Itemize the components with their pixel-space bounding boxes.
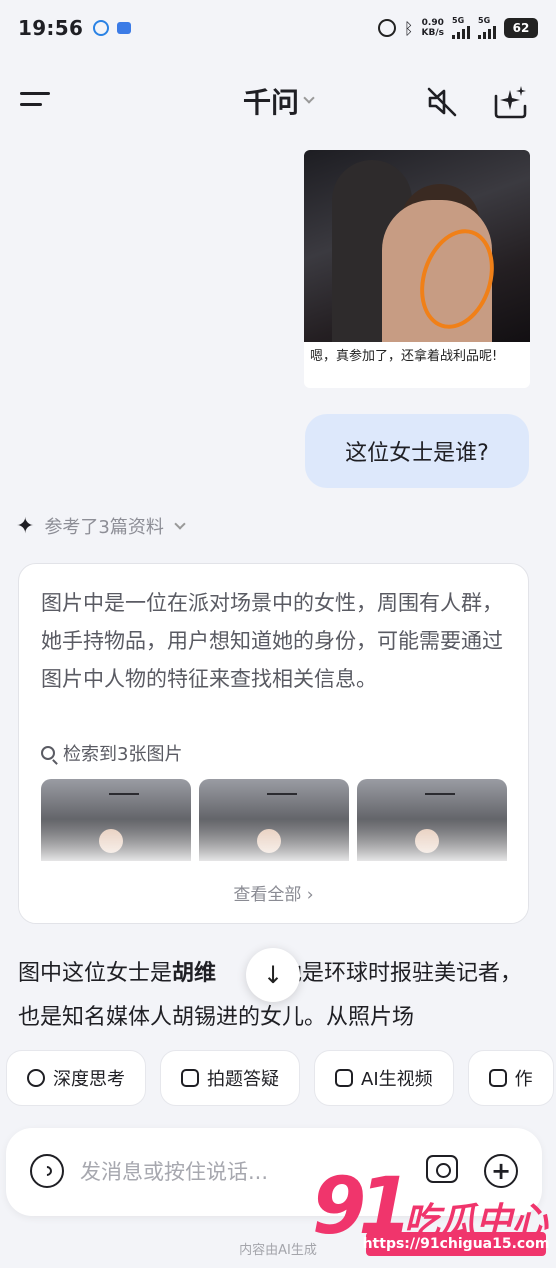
document-icon (488, 1069, 507, 1087)
chevron-down-icon (303, 92, 315, 104)
arrow-down-icon: ↓ (262, 961, 284, 989)
thinking-card: 图片中是一位在派对场景中的女性，周围有人群，她手持物品，用户想知道她的身份，可能… (18, 563, 529, 924)
references-toggle[interactable]: ✦ 参考了3篇资料 (16, 513, 186, 539)
net-speed: 0.90 KB/s (422, 18, 444, 38)
thinking-text: 图片中是一位在派对场景中的女性，周围有人群，她手持物品，用户想知道她的身份，可能… (41, 591, 503, 691)
answer-prefix: 图中这位女士是 (18, 961, 173, 986)
status-time: 19:56 (18, 16, 84, 40)
references-label: 参考了3篇资料 (44, 517, 164, 538)
photo-detail (425, 793, 455, 805)
watermark-logo: 91 吃瓜中心 https://91chigua15.com (312, 1162, 549, 1262)
voice-input-icon[interactable] (30, 1154, 64, 1188)
battery-icon: 62 (504, 18, 538, 38)
alarm-icon (377, 19, 396, 37)
signal-1-label: 5G (452, 16, 465, 25)
new-chat-sparkle-icon[interactable] (490, 82, 530, 122)
watermark-url: https://91chigua15.com (363, 1232, 549, 1256)
signal-1: 5G (452, 17, 470, 39)
status-right: ᛒ 0.90 KB/s 5G 5G 62 (377, 17, 538, 39)
view-all-link[interactable]: 查看全部 › (19, 880, 528, 905)
model-switcher[interactable]: 千问 (242, 81, 315, 121)
photo-detail (109, 793, 139, 805)
sparkle-icon: ✦ (16, 513, 35, 539)
signal-1-icon (452, 25, 470, 39)
search-icon (41, 746, 55, 760)
chip-label: AI生视频 (361, 1069, 433, 1090)
deep-think-icon (27, 1069, 45, 1087)
ai-video-icon (335, 1069, 353, 1087)
scroll-down-button[interactable]: ↓ (246, 948, 300, 1002)
signal-2-icon (478, 25, 496, 39)
status-bar: 19:56 ᛒ 0.90 KB/s 5G 5G 62 (0, 0, 556, 56)
shared-photo[interactable] (304, 150, 530, 342)
net-speed-value: 0.90 (421, 18, 444, 28)
chip-ai-video[interactable]: AI生视频 (314, 1050, 454, 1106)
chip-deep-think[interactable]: 深度思考 (6, 1050, 146, 1106)
answer-name: 胡维 (172, 961, 217, 986)
chip-label: 深度思考 (53, 1069, 125, 1090)
card-fade (19, 819, 528, 923)
chip-document[interactable]: 作 (467, 1050, 554, 1106)
speaker-muted-icon[interactable] (424, 84, 460, 120)
app-title: 千问 (242, 86, 299, 119)
camera-question-icon (181, 1069, 199, 1087)
shared-image-card[interactable]: 嗯，真参加了，还拿着战利品呢! (304, 150, 530, 388)
net-speed-unit: KB/s (421, 28, 444, 38)
chip-label: 作 (514, 1069, 533, 1090)
image-search-label: 检索到3张图片 (63, 744, 183, 765)
shared-caption: 嗯，真参加了，还拿着战利品呢! (310, 349, 498, 364)
chevron-down-icon (174, 518, 186, 530)
menu-icon[interactable] (20, 92, 52, 112)
chip-photo-question[interactable]: 拍题答疑 (160, 1050, 300, 1106)
photo-detail (267, 793, 297, 805)
user-message-bubble[interactable]: 这位女士是谁? (305, 414, 529, 488)
bluetooth-icon: ᛒ (403, 18, 414, 38)
chip-label: 拍题答疑 (207, 1069, 279, 1090)
image-search-row: 检索到3张图片 (41, 740, 182, 766)
message-input[interactable]: 发消息或按住说话... (80, 1156, 268, 1186)
app-notification-icon (93, 20, 110, 36)
app-header: 千问 (0, 72, 556, 130)
signal-2: 5G (478, 17, 496, 39)
feature-chips: 深度思考 拍题答疑 AI生视频 作 (6, 1050, 554, 1106)
message-notification-icon (117, 22, 132, 34)
notification-icons (93, 20, 132, 36)
signal-2-label: 5G (478, 16, 491, 25)
